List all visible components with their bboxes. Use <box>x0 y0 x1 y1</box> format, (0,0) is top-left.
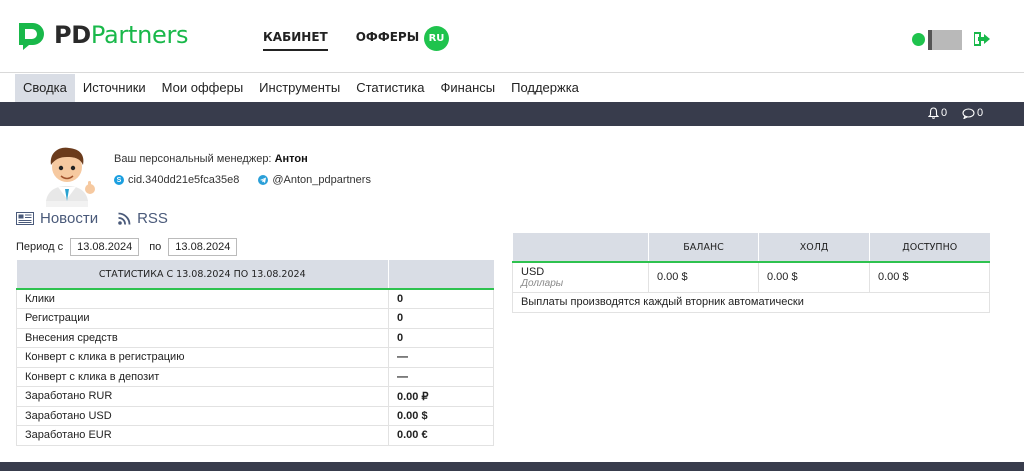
finance-header-balance: БАЛАНС <box>648 233 759 263</box>
header: PDPartners КАБИНЕТ ОФФЕРЫ RU <box>0 0 1024 73</box>
hold-value: 0.00 $ <box>758 261 870 293</box>
currency-cell: USD Доллары <box>512 261 649 293</box>
notifications-button[interactable]: 0 <box>928 107 947 119</box>
stat-value: — <box>388 366 494 387</box>
stat-value: 0.00 € <box>388 425 494 446</box>
stat-label: Заработано RUR <box>16 386 389 407</box>
menu-summary[interactable]: Сводка <box>15 74 75 102</box>
stat-label: Клики <box>16 288 389 309</box>
telegram-contact[interactable]: @Anton_pdpartners <box>258 174 371 186</box>
nav-offers[interactable]: ОФФЕРЫ <box>356 30 419 51</box>
payout-note: Выплаты производятся каждый вторник авто… <box>512 291 990 313</box>
period-to-input[interactable]: 13.08.2024 <box>168 238 238 256</box>
stat-label: Конверт с клика в регистрацию <box>16 347 389 368</box>
manager-label: Ваш персональный менеджер: <box>114 153 272 165</box>
manager-name: Антон <box>274 153 308 165</box>
manager-contacts: S cid.340dd21e5fca35e8 @Anton_pdpartners <box>114 174 371 186</box>
logo[interactable]: PDPartners <box>16 20 189 50</box>
stat-label: Внесения средств <box>16 327 389 348</box>
news-label: Новости <box>40 210 99 227</box>
finance-table: БАЛАНС ХОЛД ДОСТУПНО USD Доллары 0.00 $ … <box>512 233 990 313</box>
stats-table: СТАТИСТИКА С 13.08.2024 ПО 13.08.2024 Кл… <box>16 260 494 446</box>
table-row: Конверт с клика в депозит — <box>16 366 494 387</box>
language-switch[interactable]: RU <box>424 26 449 51</box>
menu-finance[interactable]: Финансы <box>433 74 504 102</box>
skype-icon: S <box>114 175 124 185</box>
period-filter: Период с 13.08.2024 по 13.08.2024 <box>16 238 247 256</box>
currency-name: Доллары <box>521 277 564 289</box>
user-avatar-redacted[interactable] <box>928 30 962 50</box>
manager-avatar <box>46 147 95 207</box>
table-row: Внесения средств 0 <box>16 327 494 348</box>
news-link[interactable]: Новости <box>16 210 98 227</box>
stats-header: СТАТИСТИКА С 13.08.2024 ПО 13.08.2024 <box>16 260 389 290</box>
bell-icon <box>928 107 939 119</box>
skype-contact[interactable]: S cid.340dd21e5fca35e8 <box>114 174 239 186</box>
telegram-handle: @Anton_pdpartners <box>272 174 371 186</box>
period-to-label: по <box>149 241 162 253</box>
messages-button[interactable]: 0 <box>962 107 983 119</box>
stat-label: Заработано EUR <box>16 425 389 446</box>
top-nav: КАБИНЕТ ОФФЕРЫ <box>263 30 419 51</box>
skype-id: cid.340dd21e5fca35e8 <box>128 174 240 186</box>
footer-bar <box>0 462 1024 471</box>
manager-info: Ваш персональный менеджер: Антон <box>114 153 308 165</box>
period-from-input[interactable]: 13.08.2024 <box>70 238 140 256</box>
logout-icon[interactable] <box>974 32 990 46</box>
messages-count: 0 <box>977 107 984 119</box>
available-value: 0.00 $ <box>869 261 990 293</box>
stat-label: Конверт с клика в депозит <box>16 366 389 387</box>
table-row: Заработано USD 0.00 $ <box>16 405 494 426</box>
stat-value: 0.00 $ <box>388 405 494 426</box>
newspaper-icon <box>16 212 34 225</box>
stat-value: 0 <box>388 327 494 348</box>
notification-bar: 0 0 <box>0 102 1024 126</box>
chat-icon <box>962 107 975 119</box>
pd-logo-icon <box>19 23 44 50</box>
main-menu: Сводка Источники Мои офферы Инструменты … <box>0 74 587 102</box>
balance-value: 0.00 $ <box>648 261 759 293</box>
menu-tools[interactable]: Инструменты <box>251 74 348 102</box>
menu-support[interactable]: Поддержка <box>503 74 587 102</box>
stat-label: Заработано USD <box>16 405 389 426</box>
table-row: Заработано RUR 0.00 ₽ <box>16 386 494 407</box>
currency-code: USD <box>521 265 545 278</box>
rss-icon <box>118 212 131 225</box>
online-status-dot <box>912 33 925 46</box>
menu-statistics[interactable]: Статистика <box>348 74 432 102</box>
stats-header-row: СТАТИСТИКА С 13.08.2024 ПО 13.08.2024 <box>16 260 494 290</box>
table-row: Конверт с клика в регистрацию — <box>16 347 494 368</box>
telegram-icon <box>258 175 269 185</box>
finance-header-hold: ХОЛД <box>758 233 870 263</box>
stat-value: — <box>388 347 494 368</box>
stats-header-value <box>388 260 494 290</box>
stat-value: 0.00 ₽ <box>388 386 494 407</box>
logo-text: PDPartners <box>54 21 189 49</box>
menu-sources[interactable]: Источники <box>75 74 154 102</box>
table-row: Регистрации 0 <box>16 308 494 329</box>
finance-header-available: ДОСТУПНО <box>869 233 990 263</box>
table-row: Заработано EUR 0.00 € <box>16 425 494 446</box>
notifications-count: 0 <box>941 107 948 119</box>
finance-header-row: БАЛАНС ХОЛД ДОСТУПНО <box>512 233 990 263</box>
news-links: Новости RSS <box>16 210 168 227</box>
period-from-label: Период с <box>16 241 64 253</box>
stat-value: 0 <box>388 308 494 329</box>
table-row: Клики 0 <box>16 288 494 309</box>
stat-value: 0 <box>388 288 494 309</box>
finance-row: USD Доллары 0.00 $ 0.00 $ 0.00 $ <box>512 261 990 293</box>
menu-my-offers[interactable]: Мои офферы <box>154 74 252 102</box>
stat-label: Регистрации <box>16 308 389 329</box>
finance-header-empty <box>512 233 649 263</box>
rss-label: RSS <box>137 210 168 227</box>
rss-link[interactable]: RSS <box>118 210 168 227</box>
finance-note-row: Выплаты производятся каждый вторник авто… <box>512 291 990 313</box>
nav-cabinet[interactable]: КАБИНЕТ <box>263 30 328 51</box>
